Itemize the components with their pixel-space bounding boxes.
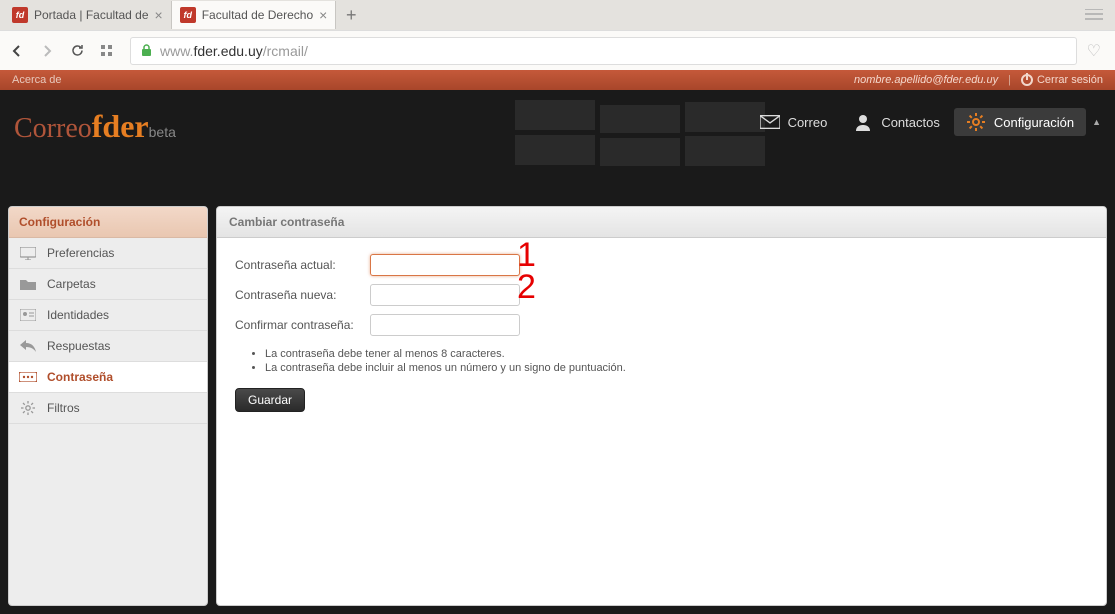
sidebar-item-identidades[interactable]: Identidades <box>9 300 207 331</box>
nav-contacts[interactable]: Contactos <box>841 108 952 136</box>
mail-icon <box>760 114 780 130</box>
favicon-icon: fd <box>180 7 196 23</box>
nav-mail[interactable]: Correo <box>748 108 840 136</box>
content-panel: Cambiar contraseña Contraseña actual: Co… <box>216 206 1107 606</box>
chevron-up-icon[interactable]: ▲ <box>1092 117 1101 127</box>
url-text: www.fder.edu.uy/rcmail/ <box>160 43 308 59</box>
main-nav: Correo Contactos Configuración ▲ <box>748 108 1101 136</box>
password-icon <box>19 370 37 384</box>
apps-icon[interactable] <box>100 44 120 58</box>
confirm-password-input[interactable] <box>370 314 520 336</box>
forward-button[interactable] <box>40 44 60 58</box>
close-icon[interactable]: × <box>155 7 163 23</box>
main-area: Configuración Preferencias Carpetas Iden… <box>0 198 1115 614</box>
tabs-row: fd Portada | Facultad de × fd Facultad d… <box>0 0 1115 30</box>
reply-icon <box>19 339 37 353</box>
monitor-icon <box>19 246 37 260</box>
gear-icon <box>19 401 37 415</box>
close-icon[interactable]: × <box>319 7 327 23</box>
card-icon <box>19 308 37 322</box>
sidebar-item-label: Contraseña <box>47 370 113 384</box>
gear-icon <box>966 114 986 130</box>
password-rules: La contraseña debe tener al menos 8 cara… <box>265 348 1088 374</box>
url-bar[interactable]: www.fder.edu.uy/rcmail/ <box>130 37 1077 65</box>
logo: Correofderbeta <box>14 108 176 145</box>
tab-title: Facultad de Derecho <box>202 8 313 22</box>
label-confirm-password: Confirmar contraseña: <box>235 318 370 332</box>
back-button[interactable] <box>10 44 30 58</box>
content-header: Cambiar contraseña <box>217 207 1106 238</box>
label-current-password: Contraseña actual: <box>235 258 370 272</box>
folder-icon <box>19 277 37 291</box>
current-password-input[interactable] <box>370 254 520 276</box>
user-email: nombre.apellido@fder.edu.uy <box>854 74 998 86</box>
reload-button[interactable] <box>70 43 90 58</box>
sidebar-item-carpetas[interactable]: Carpetas <box>9 269 207 300</box>
nav-settings[interactable]: Configuración <box>954 108 1086 136</box>
annotation-2: 2 <box>517 268 536 307</box>
save-button[interactable]: Guardar <box>235 388 305 412</box>
new-tab-button[interactable]: + <box>336 5 366 26</box>
content-body: Contraseña actual: Contraseña nueva: Con… <box>217 238 1106 428</box>
lock-icon <box>141 44 152 57</box>
browser-tab-1[interactable]: fd Facultad de Derecho × <box>172 1 337 29</box>
favicon-icon: fd <box>12 7 28 23</box>
sidebar-item-label: Preferencias <box>47 246 114 260</box>
sidebar-header: Configuración <box>9 207 207 238</box>
browser-chrome: fd Portada | Facultad de × fd Facultad d… <box>0 0 1115 70</box>
tab-title: Portada | Facultad de <box>34 8 149 22</box>
person-icon <box>853 114 873 130</box>
rule-item: La contraseña debe tener al menos 8 cara… <box>265 348 1088 360</box>
sidebar-item-contrasena[interactable]: Contraseña <box>9 362 207 393</box>
sidebar-item-filtros[interactable]: Filtros <box>9 393 207 424</box>
topbar: Acerca de nombre.apellido@fder.edu.uy | … <box>0 70 1115 90</box>
sidebar-item-preferencias[interactable]: Preferencias <box>9 238 207 269</box>
menu-icon[interactable] <box>1085 9 1103 21</box>
sidebar-item-label: Filtros <box>47 401 80 415</box>
browser-tab-0[interactable]: fd Portada | Facultad de × <box>4 1 172 29</box>
sidebar-item-label: Carpetas <box>47 277 96 291</box>
label-new-password: Contraseña nueva: <box>235 288 370 302</box>
sidebar-item-respuestas[interactable]: Respuestas <box>9 331 207 362</box>
about-link[interactable]: Acerca de <box>12 74 62 86</box>
power-icon <box>1021 74 1033 86</box>
favorite-icon[interactable]: ♡ <box>1087 41 1101 61</box>
logout-button[interactable]: Cerrar sesión <box>1021 74 1103 86</box>
header: Correofderbeta Correo Contactos Configur… <box>0 90 1115 198</box>
sidebar-item-label: Identidades <box>47 308 109 322</box>
sidebar-item-label: Respuestas <box>47 339 110 353</box>
address-bar-row: www.fder.edu.uy/rcmail/ ♡ <box>0 30 1115 70</box>
rule-item: La contraseña debe incluir al menos un n… <box>265 362 1088 374</box>
new-password-input[interactable] <box>370 284 520 306</box>
sidebar: Configuración Preferencias Carpetas Iden… <box>8 206 208 606</box>
